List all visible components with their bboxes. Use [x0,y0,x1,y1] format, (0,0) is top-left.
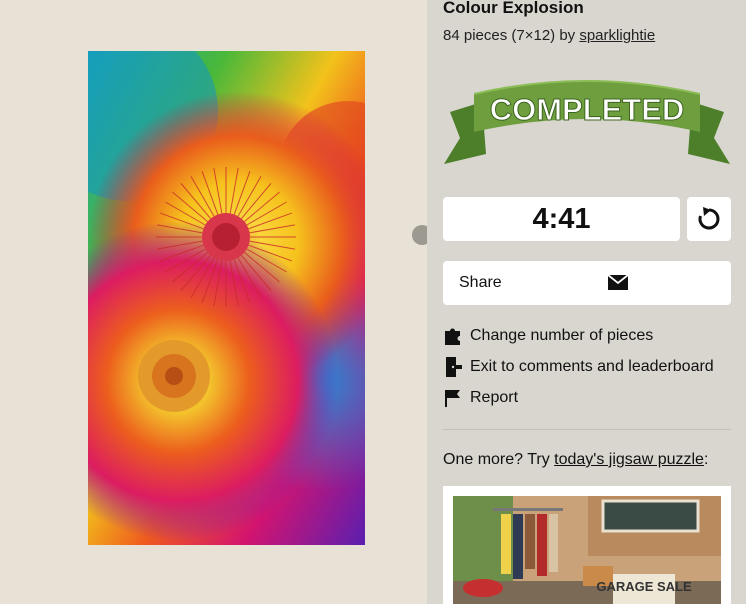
restart-icon [698,207,720,230]
puzzle-title: Colour Explosion [443,0,584,17]
one-more-prompt: One more? Try today's jigsaw puzzle: [443,451,708,469]
exit-label: Exit to comments and leaderboard [470,358,714,375]
timer-display: 4:41 [443,197,680,241]
next-puzzle-card[interactable]: GARAGE SALE [443,486,731,604]
change-pieces-link[interactable]: Change number of pieces [443,324,653,348]
todays-puzzle-link[interactable]: today's jigsaw puzzle [554,451,704,468]
completed-text: COMPLETED [490,92,685,127]
garage-sale-thumbnail: GARAGE SALE [453,496,721,604]
divider [443,429,731,430]
puzzle-image [88,51,365,545]
completed-banner: COMPLETED [442,72,732,172]
garage-sale-sign: GARAGE SALE [596,579,692,594]
restart-button[interactable] [687,197,731,241]
pieces-info: 84 pieces (7×12) by [443,27,576,44]
exit-door-icon [443,356,465,378]
report-link[interactable]: Report [443,386,518,410]
share-button[interactable]: Share [443,261,731,305]
one-more-suffix: : [703,451,709,468]
report-label: Report [470,389,519,406]
author-link[interactable]: sparklightie [579,27,655,44]
share-label: Share [459,274,502,291]
envelope-icon [607,274,629,295]
puzzle-meta: 84 pieces (7×12) by sparklightie [443,27,655,44]
puzzle-piece-icon [443,325,465,347]
flower-artwork [88,51,365,545]
change-pieces-label: Change number of pieces [470,327,654,344]
flag-icon [443,387,465,409]
sidebar-panel: Colour Explosion 84 pieces (7×12) by spa… [427,0,746,604]
one-more-prefix: One more? Try [443,451,550,468]
exit-link[interactable]: Exit to comments and leaderboard [443,355,714,379]
